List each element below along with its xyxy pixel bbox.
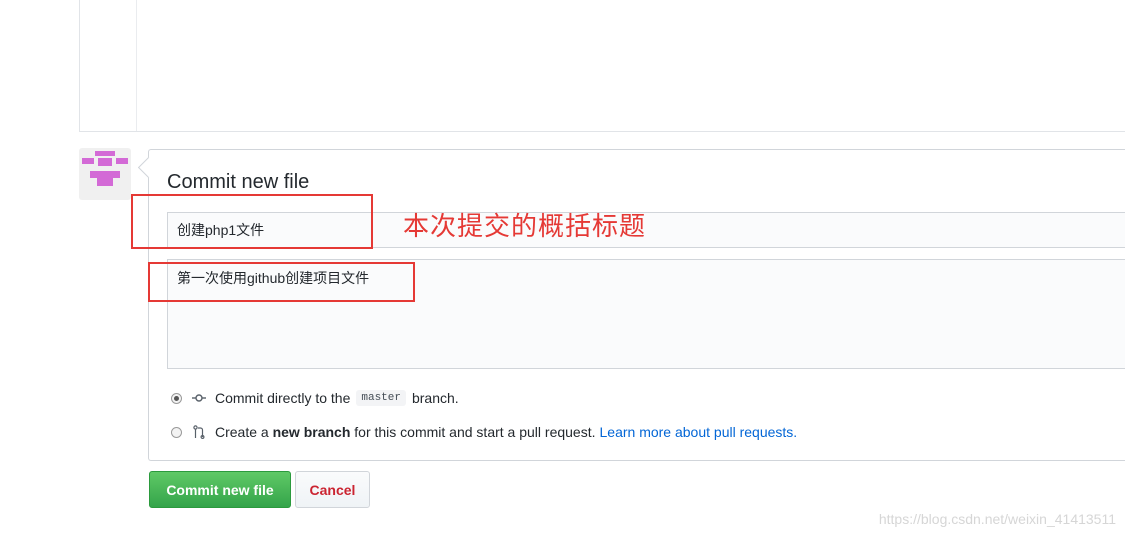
- commit-direct-suffix: branch.: [411, 390, 459, 406]
- new-branch-suffix: for this commit and start a pull request…: [354, 424, 596, 440]
- git-commit-icon: [192, 391, 206, 405]
- watermark: https://blog.csdn.net/weixin_41413511: [878, 511, 1116, 527]
- commit-form: Commit new file 创建php1文件 第一次使用github创建项目…: [137, 149, 1125, 461]
- learn-more-link[interactable]: Learn more about pull requests.: [600, 424, 798, 440]
- commit-form-title: Commit new file: [167, 171, 310, 193]
- git-pull-request-icon: [192, 425, 206, 439]
- new-branch-text: Create a: [215, 424, 269, 440]
- commit-direct-option[interactable]: Commit directly to the master branch.: [171, 388, 459, 408]
- editor-line-gutter: [80, 0, 137, 131]
- commit-description-textarea[interactable]: 第一次使用github创建项目文件: [167, 259, 1125, 369]
- speech-arrow: [137, 156, 160, 179]
- new-branch-option[interactable]: Create a new branch for this commit and …: [171, 422, 797, 442]
- new-branch-bold: new branch: [272, 424, 351, 440]
- new-branch-radio[interactable]: [171, 426, 182, 438]
- avatar: [79, 148, 131, 200]
- commit-direct-radio[interactable]: [171, 392, 182, 404]
- annotation-label: 本次提交的概括标题: [403, 212, 647, 242]
- branch-name-badge: master: [356, 390, 406, 406]
- cancel-button[interactable]: Cancel: [295, 471, 370, 508]
- file-editor-area[interactable]: [79, 0, 1125, 132]
- commit-new-file-button[interactable]: Commit new file: [149, 471, 291, 508]
- commit-direct-text: Commit directly to the: [215, 390, 351, 406]
